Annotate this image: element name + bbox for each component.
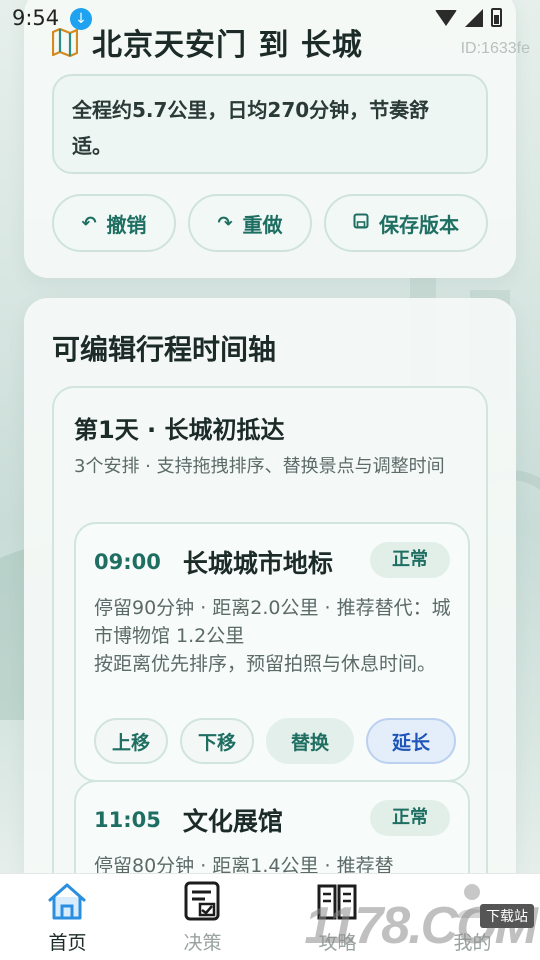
stop-item[interactable]: 09:00 长城城市地标 正常 停留90分钟 · 距离2.0公里 · 推荐替代：… [74, 522, 470, 782]
wifi-icon [435, 9, 457, 26]
stop-name: 长城城市地标 [182, 549, 333, 578]
stop-detail-note: 按距离优先排序，预留拍照与休息时间。 [94, 653, 437, 675]
route-actions: ↶ 撤销 ↷ 重做 保存版本 [52, 194, 488, 252]
move-up-button[interactable]: 上移 [94, 718, 168, 764]
signal-icon [465, 8, 483, 27]
timeline-title: 可编辑行程时间轴 [52, 333, 277, 366]
day-title: 第1天 · 长城初抵达 [74, 416, 285, 444]
stop-detail-line: 停留90分钟 · 距离2.0公里 · 推荐替代：城市博物馆 1.2公里 [94, 597, 451, 647]
route-summary: 全程约5.7公里，日均270分钟，节奏舒适。 [52, 74, 488, 174]
save-version-label: 保存版本 [379, 212, 459, 237]
checklist-icon [181, 880, 223, 922]
stop-detail: 停留90分钟 · 距离2.0公里 · 推荐替代：城市博物馆 1.2公里 按距离优… [94, 594, 454, 678]
battery-icon [491, 8, 502, 27]
move-down-button[interactable]: 下移 [180, 718, 254, 764]
undo-label: 撤销 [106, 212, 147, 237]
undo-button[interactable]: ↶ 撤销 [52, 194, 176, 252]
timeline-card: 可编辑行程时间轴 第1天 · 长城初抵达 3个安排 · 支持拖拽排序、替换景点与… [24, 298, 516, 918]
redo-label: 重做 [242, 212, 283, 237]
status-badge: 正常 [370, 800, 450, 836]
route-card: 北京天安门 到 长城 全程约5.7公里，日均270分钟，节奏舒适。 ↶ 撤销 ↷… [24, 0, 516, 278]
status-bar: 9:54 ↓ [0, 0, 540, 36]
status-time: 9:54 [12, 6, 60, 30]
redo-button[interactable]: ↷ 重做 [188, 194, 312, 252]
nav-label-decision: 决策 [183, 932, 222, 954]
stop-actions: 上移 下移 替换 延长 [94, 718, 456, 764]
save-version-button[interactable]: 保存版本 [324, 194, 488, 252]
home-icon [46, 880, 88, 922]
replace-button[interactable]: 替换 [266, 718, 354, 764]
nav-label-home: 首页 [48, 932, 87, 954]
day-description: 3个安排 · 支持拖拽排序、替换景点与调整时间 [74, 456, 445, 477]
stop-time: 09:00 [94, 550, 161, 574]
stop-time: 11:05 [94, 808, 161, 832]
stop-name: 文化展馆 [182, 807, 283, 836]
download-icon: ↓ [70, 8, 92, 30]
save-icon [353, 213, 369, 234]
day-card: 第1天 · 长城初抵达 3个安排 · 支持拖拽排序、替换景点与调整时间 09:0… [52, 386, 488, 918]
nav-item-decision[interactable]: 决策 [135, 874, 270, 960]
nav-item-home[interactable]: 首页 [0, 874, 135, 960]
brand-tag: 下载站 [480, 904, 534, 928]
extend-button[interactable]: 延长 [366, 718, 456, 764]
status-badge: 正常 [370, 542, 450, 578]
redo-icon: ↷ [217, 212, 233, 234]
undo-icon: ↶ [81, 212, 97, 234]
watermark-id: ID:1633fe [460, 40, 530, 57]
